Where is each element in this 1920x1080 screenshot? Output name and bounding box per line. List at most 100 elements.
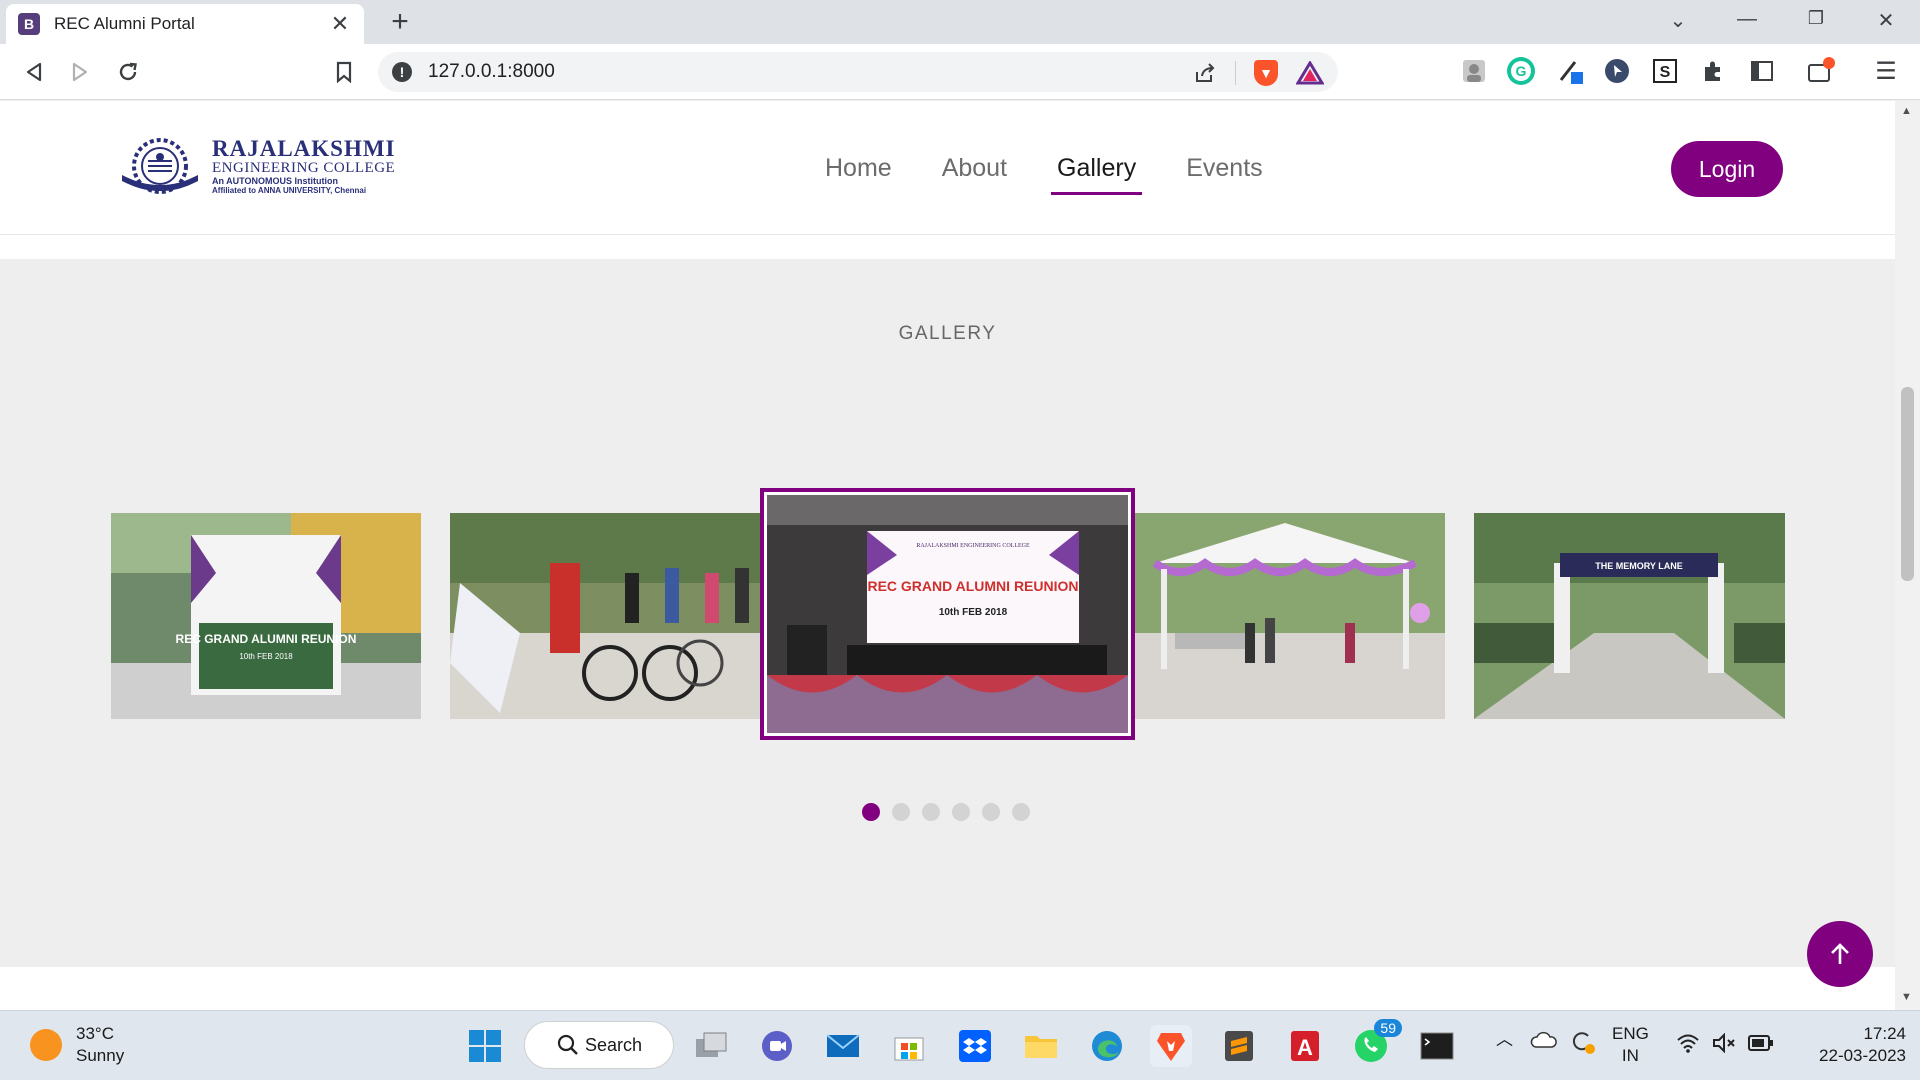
extension-avatar-icon[interactable] [1459,56,1489,86]
carousel-dot[interactable] [862,803,880,821]
volume-muted-icon[interactable] [1712,1032,1736,1059]
sunny-icon [30,1029,62,1061]
nav-events[interactable]: Events [1161,151,1287,195]
mail-icon[interactable] [822,1025,864,1067]
file-explorer-icon[interactable] [1020,1025,1062,1067]
search-label: Search [585,1034,643,1055]
logo-line-2: ENGINEERING COLLEGE [212,160,396,176]
restore-button[interactable]: ❐ [1796,8,1836,29]
svg-text:G: G [1516,63,1527,79]
edge-icon[interactable] [1086,1025,1128,1067]
logo-line-1: RAJALAKSHMI [212,136,396,161]
carousel-dot[interactable] [952,803,970,821]
url-text[interactable]: 127.0.0.1:8000 [428,61,555,83]
gallery-slide-active[interactable]: RAJALAKSHMI ENGINEERING COLLEGE REC GRAN… [760,488,1135,740]
scroll-up-icon[interactable]: ▲ [1901,105,1912,117]
tab-search-chevron-icon[interactable]: ⌄ [1658,8,1698,33]
slide-banner-text: REC GRAND ALUMNI REUNION [867,578,1078,594]
slide-date-text: 10th FEB 2018 [239,652,293,661]
carousel-dot[interactable] [922,803,940,821]
slide-header-text: RAJALAKSHMI ENGINEERING COLLEGE [916,543,1030,549]
nav-home[interactable]: Home [800,151,917,195]
language-indicator[interactable]: ENG IN [1612,1023,1649,1067]
gallery-image [1135,513,1445,719]
tab-favicon-icon: B [18,13,40,35]
terminal-icon[interactable] [1416,1025,1458,1067]
show-hidden-icons-icon[interactable]: ︿ [1496,1029,1513,1051]
language-line-1: ENG [1612,1024,1649,1043]
slide-banner-text: REC GRAND ALUMNI REUNION [176,632,357,646]
back-button[interactable] [18,56,50,88]
minimize-button[interactable]: — [1727,8,1767,31]
task-view-icon[interactable] [690,1025,732,1067]
wallet-icon[interactable] [1806,56,1836,86]
sublime-text-icon[interactable] [1218,1025,1260,1067]
gallery-image: THE MEMORY LANE [1474,513,1785,719]
sidebar-toggle-icon[interactable] [1747,56,1777,86]
start-button[interactable] [464,1025,506,1067]
nav-gallery[interactable]: Gallery [1032,151,1161,195]
teams-chat-icon[interactable] [756,1025,798,1067]
sync-icon[interactable] [1568,1027,1596,1061]
site-info-icon[interactable]: ! [392,62,412,82]
next-section [0,967,1895,1010]
address-bar[interactable]: ! 127.0.0.1:8000 ▼ [378,52,1338,92]
gallery-slide[interactable] [450,513,760,719]
logo-line-4: Affiliated to ANNA UNIVERSITY, Chennai [212,186,367,195]
taskbar-search[interactable]: Search [524,1021,674,1069]
battery-icon[interactable] [1748,1035,1774,1057]
scroll-thumb[interactable] [1901,387,1914,581]
slide-banner-text: THE MEMORY LANE [1595,561,1683,571]
back-to-top-button[interactable] [1807,921,1873,987]
gallery-slide[interactable]: THE MEMORY LANE [1474,513,1785,719]
s-extension-icon[interactable]: S [1650,56,1680,86]
browser-tab-bar: B REC Alumni Portal ✕ + ⌄ — ❐ ✕ [0,0,1920,44]
cursor-extension-icon[interactable] [1602,56,1632,86]
onedrive-icon[interactable] [1530,1031,1558,1055]
carousel-dot[interactable] [1012,803,1030,821]
site-header: RAJALAKSHMI ENGINEERING COLLEGE An AUTON… [0,101,1895,235]
college-logo[interactable]: RAJALAKSHMI ENGINEERING COLLEGE An AUTON… [114,137,396,195]
bookmark-icon[interactable] [328,56,360,88]
carousel-dot[interactable] [892,803,910,821]
grammarly-icon[interactable]: G [1506,56,1536,86]
gallery-slide[interactable]: REC GRAND ALUMNI REUNION 10th FEB 2018 [111,513,421,719]
gallery-slide[interactable] [1135,513,1445,719]
carousel-dots [862,803,1030,821]
share-icon[interactable] [1193,62,1217,84]
brave-shields-icon[interactable]: ▼ [1254,60,1278,86]
logo-line-3: An AUTONOMOUS Institution [212,176,338,186]
tab-close-icon[interactable]: ✕ [328,11,352,37]
browser-menu-icon[interactable]: ☰ [1871,56,1901,86]
forward-button[interactable] [64,56,96,88]
gallery-title: GALLERY [898,323,997,344]
brave-rewards-icon[interactable] [1296,61,1324,85]
gallery-image: RAJALAKSHMI ENGINEERING COLLEGE REC GRAN… [767,495,1128,733]
whatsapp-icon[interactable]: 59 [1350,1019,1402,1067]
clock-time: 17:24 [1863,1024,1906,1043]
carousel-dot[interactable] [982,803,1000,821]
search-icon [557,1034,578,1055]
nav-about[interactable]: About [917,151,1032,195]
gallery-image [450,513,760,719]
main-nav: Home About Gallery Events [800,151,1288,195]
extensions-puzzle-icon[interactable] [1698,56,1728,86]
gallery-image: REC GRAND ALUMNI REUNION 10th FEB 2018 [111,513,421,719]
close-window-button[interactable]: ✕ [1866,8,1906,33]
color-picker-extension-icon[interactable] [1556,56,1586,86]
brave-taskbar-icon[interactable] [1150,1025,1192,1067]
scroll-down-icon[interactable]: ▼ [1901,991,1912,1003]
acrobat-icon[interactable]: A [1284,1025,1326,1067]
whatsapp-badge: 59 [1374,1019,1402,1037]
browser-toolbar: ! 127.0.0.1:8000 ▼ G S ☰ [0,44,1920,100]
reload-button[interactable] [112,56,144,88]
microsoft-store-icon[interactable] [888,1025,930,1067]
dropbox-icon[interactable] [954,1025,996,1067]
clock[interactable]: 17:24 22-03-2023 [1796,1023,1906,1067]
weather-widget[interactable]: 33°C Sunny [30,1023,124,1067]
login-button[interactable]: Login [1671,141,1783,197]
browser-tab[interactable]: B REC Alumni Portal ✕ [6,4,364,44]
wifi-icon[interactable] [1676,1033,1700,1059]
page-scrollbar[interactable]: ▲ ▼ [1895,101,1920,1010]
new-tab-button[interactable]: + [384,6,416,38]
